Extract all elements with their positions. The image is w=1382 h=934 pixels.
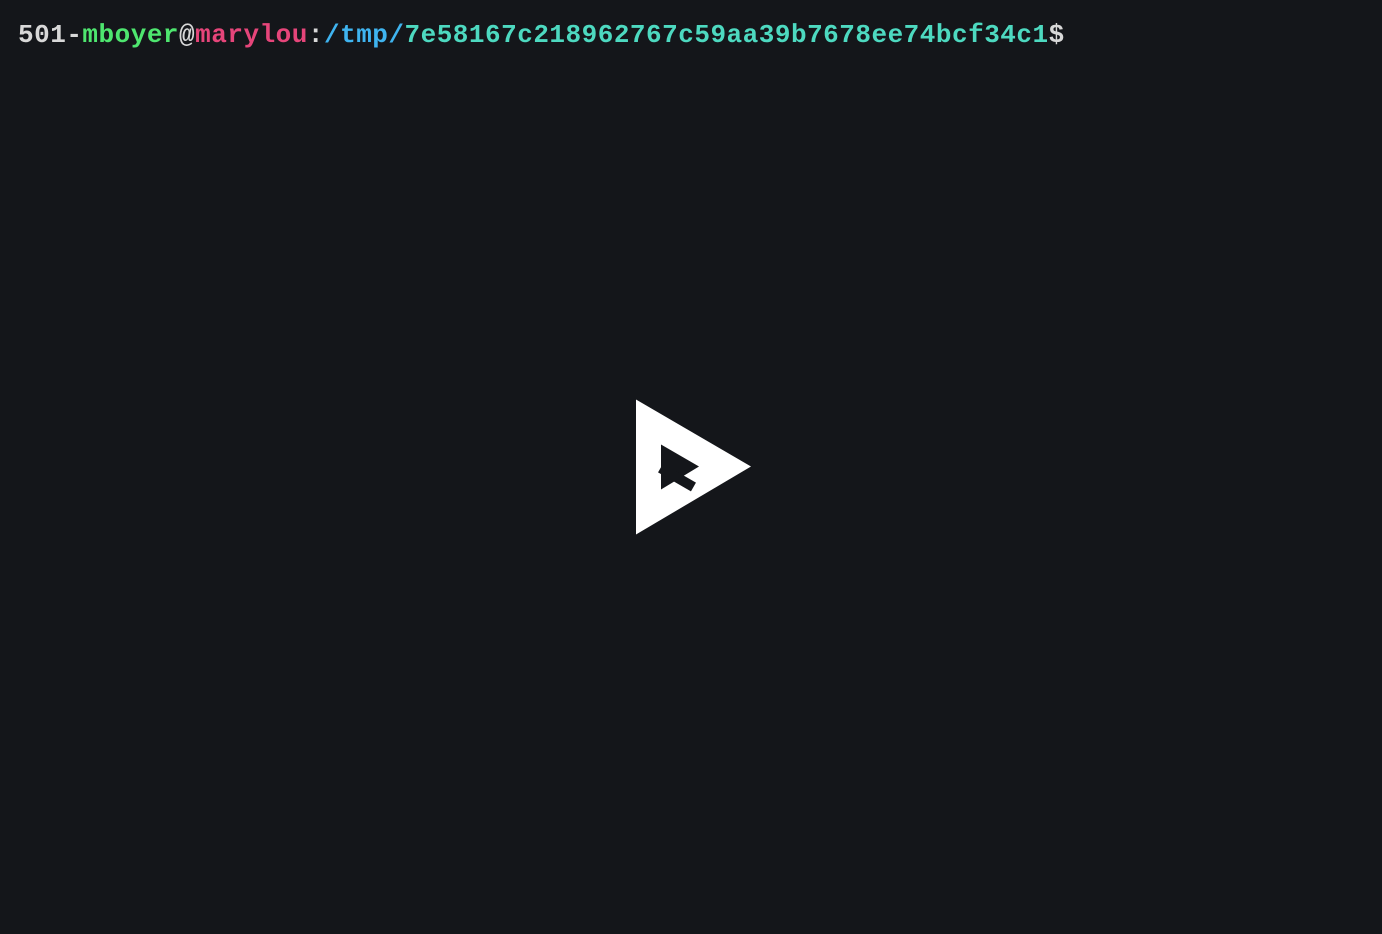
play-icon: [631, 400, 751, 535]
prompt-hostname: marylou: [195, 20, 308, 50]
prompt-username: mboyer: [82, 20, 179, 50]
play-button[interactable]: [631, 400, 751, 535]
terminal-prompt-line: 501-mboyer@marylou:/tmp/7e58167c21896276…: [0, 0, 1382, 70]
prompt-at-symbol: @: [179, 20, 195, 50]
prompt-dollar-sign: $: [1049, 20, 1065, 50]
prompt-history-number: 501: [18, 20, 66, 50]
prompt-path-prefix: /tmp/: [324, 20, 405, 50]
prompt-colon: :: [308, 20, 324, 50]
prompt-path-directory: 7e58167c218962767c59aa39b7678ee74bcf34c1: [405, 20, 1049, 50]
prompt-dash: -: [66, 20, 82, 50]
